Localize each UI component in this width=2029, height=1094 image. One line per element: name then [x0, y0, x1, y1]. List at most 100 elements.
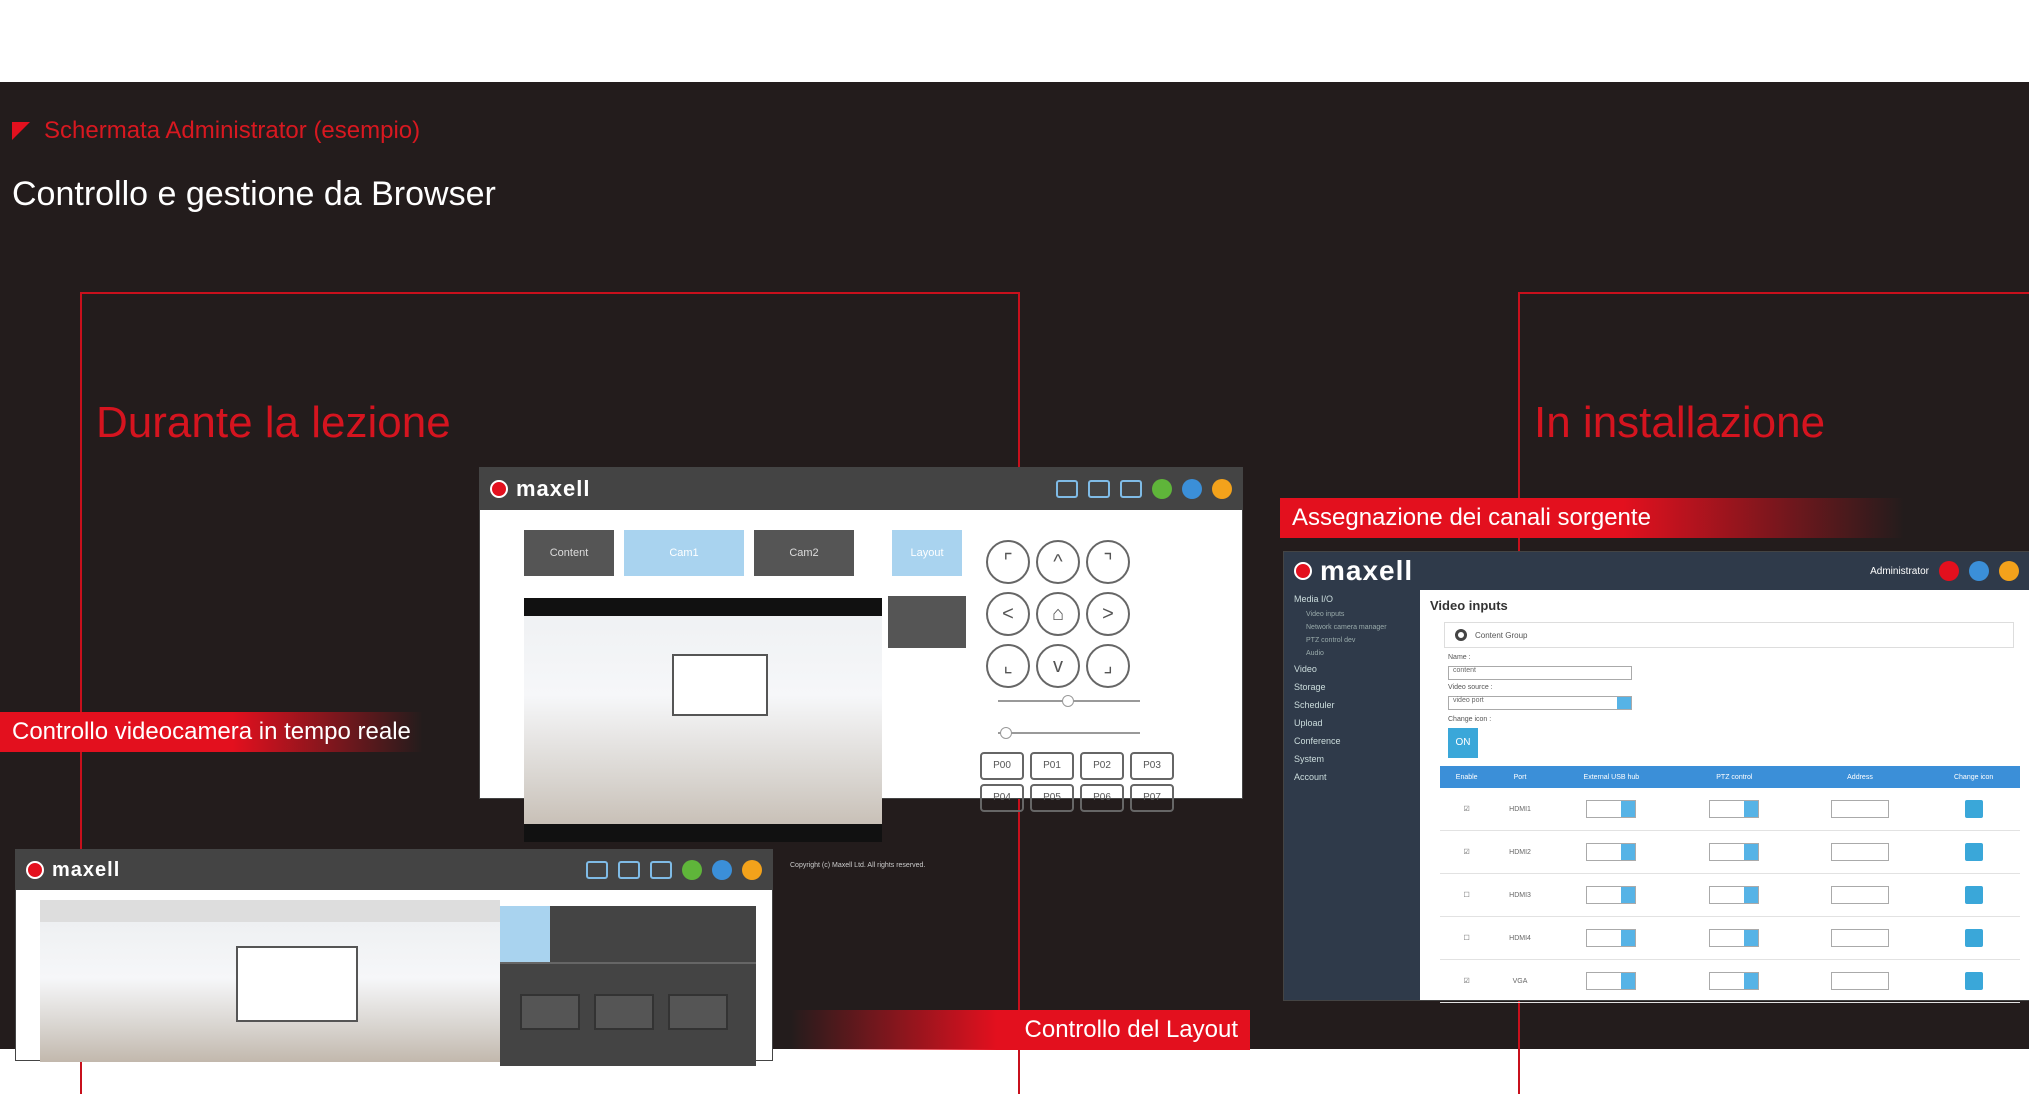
sidebar-sub-audio[interactable]: Audio — [1284, 647, 1420, 660]
sidebar-item-storage[interactable]: Storage — [1284, 678, 1420, 696]
table-row: ☑ HDMI1 — [1440, 788, 2020, 831]
camera-icon[interactable] — [1088, 480, 1110, 498]
layout-option-3[interactable] — [668, 994, 728, 1030]
layout-option-2[interactable] — [594, 994, 654, 1030]
video-source-select[interactable]: video port — [1448, 696, 1632, 710]
app-topbar: maxell — [16, 850, 772, 890]
preset-p07[interactable]: P07 — [1130, 784, 1174, 812]
layout-icon[interactable] — [1056, 480, 1078, 498]
sidebar-item-media-io[interactable]: Media I/O — [1284, 590, 1420, 608]
group-label: Content Group — [1475, 630, 1528, 640]
address-input[interactable] — [1830, 929, 1889, 947]
pan-down-left-icon[interactable]: ⌞ — [986, 644, 1030, 688]
maxell-logo-icon — [490, 480, 508, 498]
sidebar-item-system[interactable]: System — [1284, 750, 1420, 768]
pan-up-icon[interactable]: ^ — [1036, 540, 1080, 584]
enable-checkbox[interactable]: ☑ — [1440, 788, 1494, 831]
focus-slider[interactable] — [998, 695, 1140, 707]
status-blue-icon[interactable] — [712, 860, 732, 880]
projector-screen — [672, 654, 768, 716]
status-red-icon[interactable] — [1939, 561, 1959, 581]
topbar-icons — [586, 860, 772, 880]
preset-p05[interactable]: P05 — [1030, 784, 1074, 812]
status-orange-icon[interactable] — [1212, 479, 1232, 499]
sidebar-item-scheduler[interactable]: Scheduler — [1284, 696, 1420, 714]
change-icon-button[interactable]: ON — [1448, 728, 1478, 758]
preset-p03[interactable]: P03 — [1130, 752, 1174, 780]
hub-select[interactable] — [1586, 843, 1637, 861]
laptop-icon[interactable] — [650, 861, 672, 879]
edit-icon[interactable] — [1964, 886, 1983, 904]
address-input[interactable] — [1830, 800, 1889, 818]
layout-option-1[interactable] — [520, 994, 580, 1030]
hub-select[interactable] — [1586, 800, 1637, 818]
home-icon[interactable]: ⌂ — [1036, 592, 1080, 636]
pan-up-left-icon[interactable]: ⌜ — [986, 540, 1030, 584]
pan-right-icon[interactable]: > — [1086, 592, 1130, 636]
video-toolbar — [40, 900, 500, 922]
hub-select[interactable] — [1586, 886, 1637, 904]
sidebar-sub-ptz[interactable]: PTZ control dev — [1284, 634, 1420, 647]
tab-cam1[interactable]: Cam1 — [624, 530, 744, 576]
sidebar-sub-network-camera[interactable]: Network camera manager — [1284, 621, 1420, 634]
enable-checkbox[interactable]: ☑ — [1440, 959, 1494, 1003]
ptz-select[interactable] — [1709, 800, 1760, 818]
status-green-icon[interactable] — [1152, 479, 1172, 499]
preset-p06[interactable]: P06 — [1080, 784, 1124, 812]
preset-p01[interactable]: P01 — [1030, 752, 1074, 780]
ptz-select[interactable] — [1709, 886, 1760, 904]
status-green-icon[interactable] — [682, 860, 702, 880]
address-input[interactable] — [1830, 886, 1889, 904]
tab-layout[interactable]: Layout — [892, 530, 962, 576]
status-blue-icon[interactable] — [1969, 561, 1989, 581]
status-orange-icon[interactable] — [1999, 561, 2019, 581]
edit-icon[interactable] — [1964, 972, 1983, 990]
zoom-slider-knob[interactable] — [1000, 727, 1012, 739]
table-row: ☐ HDMI3 — [1440, 873, 2020, 917]
address-input[interactable] — [1830, 972, 1889, 990]
sidebar-item-conference[interactable]: Conference — [1284, 732, 1420, 750]
pan-down-icon[interactable]: v — [1036, 644, 1080, 688]
hub-select[interactable] — [1586, 929, 1637, 947]
status-blue-icon[interactable] — [1182, 479, 1202, 499]
tab-content[interactable]: Content — [524, 530, 614, 576]
col-enable: Enable — [1440, 766, 1494, 788]
preset-p02[interactable]: P02 — [1080, 752, 1124, 780]
camera-icon[interactable] — [618, 861, 640, 879]
focus-slider-knob[interactable] — [1062, 695, 1074, 707]
pan-down-right-icon[interactable]: ⌟ — [1086, 644, 1130, 688]
sidebar-item-account[interactable]: Account — [1284, 768, 1420, 786]
layout-quad-icon[interactable] — [500, 906, 550, 962]
preset-p00[interactable]: P00 — [980, 752, 1024, 780]
zoom-slider[interactable] — [998, 727, 1140, 739]
edit-icon[interactable] — [1964, 929, 1983, 947]
ptz-select[interactable] — [1709, 843, 1760, 861]
pan-up-right-icon[interactable]: ⌝ — [1086, 540, 1130, 584]
layout-panel — [500, 906, 756, 1066]
enable-checkbox[interactable]: ☑ — [1440, 830, 1494, 874]
content-group-header[interactable]: Content Group — [1444, 622, 2014, 648]
topbar-icons: Administrator — [1870, 561, 2029, 581]
preset-p04[interactable]: P04 — [980, 784, 1024, 812]
sidebar-sub-video-inputs[interactable]: Video inputs — [1284, 608, 1420, 621]
address-input[interactable] — [1830, 843, 1889, 861]
ptz-select[interactable] — [1709, 929, 1760, 947]
enable-checkbox[interactable]: ☐ — [1440, 873, 1494, 917]
pan-left-icon[interactable]: < — [986, 592, 1030, 636]
ptz-select[interactable] — [1709, 972, 1760, 990]
edit-icon[interactable] — [1964, 800, 1983, 818]
edit-icon[interactable] — [1964, 843, 1983, 861]
sidebar-item-upload[interactable]: Upload — [1284, 714, 1420, 732]
table-row: ☑ HDMI2 — [1440, 830, 2020, 874]
layout-icon[interactable] — [586, 861, 608, 879]
panel-divider — [500, 962, 756, 964]
tab-cam2[interactable]: Cam2 — [754, 530, 854, 576]
app-footer: Copyright (c) Maxell Ltd. All rights res… — [790, 862, 926, 869]
laptop-icon[interactable] — [1120, 480, 1142, 498]
hub-select[interactable] — [1586, 972, 1637, 990]
sidebar-item-video[interactable]: Video — [1284, 660, 1420, 678]
status-orange-icon[interactable] — [742, 860, 762, 880]
enable-checkbox[interactable]: ☐ — [1440, 916, 1494, 960]
camera-video-feed — [524, 598, 882, 842]
name-field[interactable]: content — [1448, 666, 1632, 680]
